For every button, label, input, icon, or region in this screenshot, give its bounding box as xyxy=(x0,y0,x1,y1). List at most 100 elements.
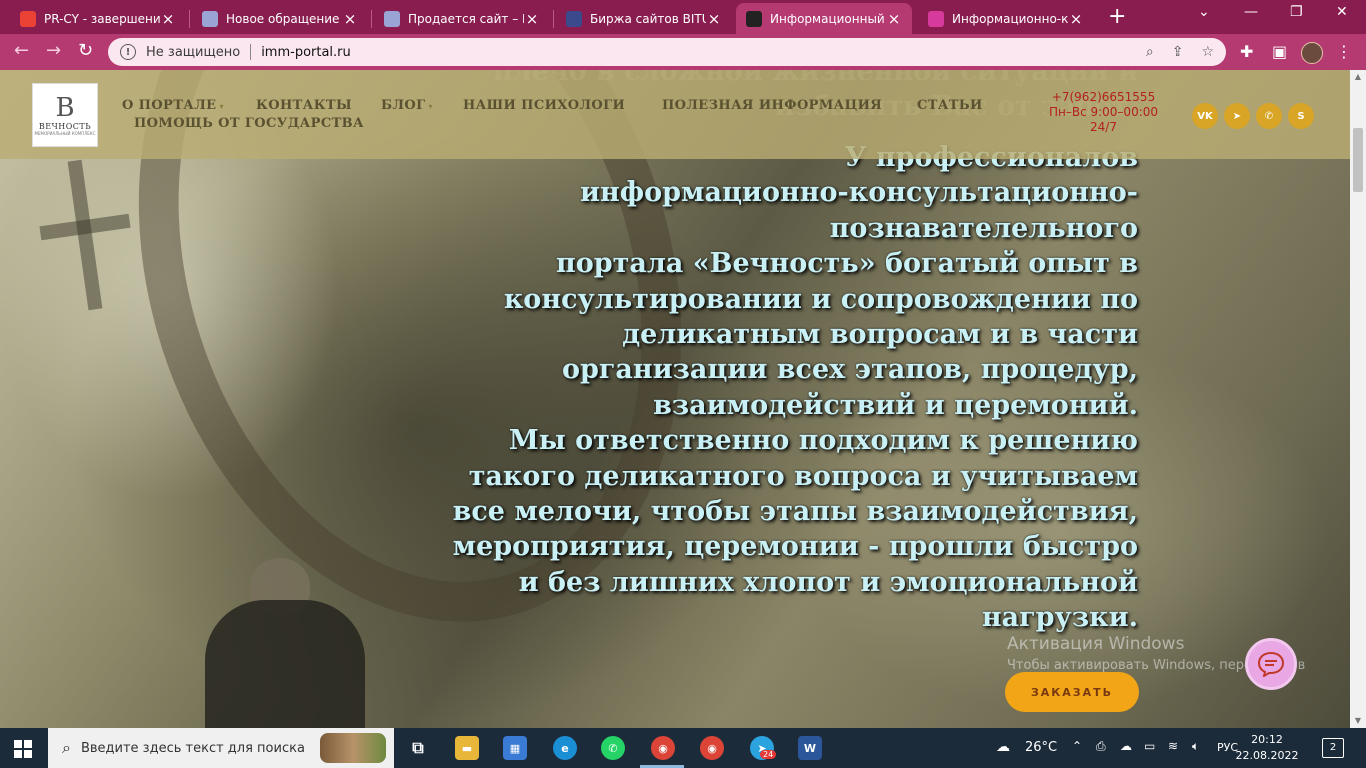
word-icon[interactable]: W xyxy=(798,736,822,760)
browser-tab-2[interactable]: Новое обращение × xyxy=(192,3,368,34)
chrome-active-icon[interactable]: ◉ xyxy=(651,736,675,760)
tab-separator xyxy=(371,10,372,28)
scrollbar-thumb[interactable] xyxy=(1353,128,1363,192)
contact-hours: Пн–Вс 9:00–00:00 xyxy=(1048,105,1159,119)
telegram-badge: 24 xyxy=(760,750,777,759)
hero-line: информационно-консультационно- xyxy=(580,177,1138,209)
close-tab-icon[interactable]: × xyxy=(160,10,176,28)
tab-title: PR-CY - завершение р xyxy=(44,11,160,26)
portal-icon xyxy=(746,10,762,27)
hero-line: портала «Вечность» богатый опыт в xyxy=(556,248,1138,280)
close-window-button[interactable]: ✕ xyxy=(1336,4,1348,20)
tab-separator xyxy=(553,10,554,28)
weather-temp[interactable]: 26°C xyxy=(1025,740,1057,755)
hero-line: взаимодействий и церемоний. xyxy=(653,389,1138,421)
whatsapp-taskbar-icon[interactable]: ✆ xyxy=(601,736,625,760)
chat-button[interactable] xyxy=(1245,638,1297,690)
extensions-puzzle-icon[interactable]: ✚ xyxy=(1240,42,1253,61)
menu-item-contacts[interactable]: КОНТАКТЫ xyxy=(256,98,352,113)
tray-chevron-up-icon[interactable]: ⌃ xyxy=(1072,739,1082,753)
browser-tab-6[interactable]: Информационно-кон× xyxy=(918,3,1094,34)
address-separator xyxy=(250,44,252,60)
contact-phone[interactable]: +7(962)6651555 xyxy=(1036,90,1171,105)
weather-cloud-icon[interactable]: ☁ xyxy=(996,739,1010,755)
search-icon: ⌕ xyxy=(62,738,71,757)
back-button[interactable]: ← xyxy=(14,41,29,61)
hero-line: мероприятия, церемонии - прошли быстро xyxy=(452,531,1138,563)
browser-menu-icon[interactable]: ⋮ xyxy=(1336,42,1352,61)
site-header: B ВЕЧНОСТЬ МЕМОРИАЛЬНЫЙ КОМПЛЕКС О ПОРТА… xyxy=(0,70,1350,159)
tab-search-icon[interactable]: ⌄ xyxy=(1198,4,1210,20)
skype-icon[interactable]: S xyxy=(1288,103,1314,129)
menu-item-blog[interactable]: БЛОГ ▾ xyxy=(381,98,433,113)
chevron-down-icon: ▾ xyxy=(219,101,224,111)
reload-button[interactable]: ↻ xyxy=(78,41,93,61)
gmail-icon xyxy=(20,10,36,27)
not-secure-icon[interactable]: ! xyxy=(120,44,136,60)
browser-tab-5[interactable]: Информационный По× xyxy=(736,3,912,34)
close-tab-icon[interactable]: × xyxy=(524,10,540,28)
notification-center-icon[interactable]: 2 xyxy=(1322,738,1344,758)
hero-line: такого деликатного вопроса и учитываем xyxy=(468,460,1138,492)
vk-icon[interactable]: VK xyxy=(1192,103,1218,129)
minimize-button[interactable]: — xyxy=(1244,4,1258,20)
order-button[interactable]: ЗАКАЗАТЬ xyxy=(1005,672,1139,712)
browser-tab-4[interactable]: Биржа сайтов BITUS -× xyxy=(556,3,732,34)
volume-icon[interactable]: 🔈︎ xyxy=(1192,739,1199,754)
scroll-up-arrow-icon[interactable]: ▲ xyxy=(1353,72,1363,81)
zoom-icon[interactable]: ⌕ xyxy=(1146,44,1154,60)
chat-bubble-icon xyxy=(1257,651,1285,677)
close-tab-icon[interactable]: × xyxy=(1068,10,1084,28)
microsoft-store-icon[interactable]: ▦ xyxy=(503,736,527,760)
address-bar[interactable]: ! Не защищено imm-portal.ru ⌕ ⇪ ☆ xyxy=(108,38,1226,66)
shield-icon xyxy=(928,10,944,27)
menu-item-state-help[interactable]: ПОМОЩЬ ОТ ГОСУДАРСТВА xyxy=(134,116,364,131)
tab-title: Информационный По xyxy=(770,11,886,26)
hero-line: организации всех этапов, процедур, xyxy=(561,354,1138,386)
telegram-icon[interactable]: ➤ xyxy=(1224,103,1250,129)
url-text[interactable]: imm-portal.ru xyxy=(261,45,351,60)
page-icon xyxy=(384,10,400,27)
page-viewport: плечо в сложной жизненной ситуации иизба… xyxy=(0,70,1350,728)
chrome-icon[interactable]: ◉ xyxy=(700,736,724,760)
menu-item-articles[interactable]: СТАТЬИ xyxy=(917,98,983,113)
side-panel-icon[interactable]: ▣ xyxy=(1272,42,1287,61)
onedrive-cloud-icon[interactable]: ☁ xyxy=(1120,739,1132,753)
close-tab-icon[interactable]: × xyxy=(886,10,902,28)
bookmark-star-icon[interactable]: ☆ xyxy=(1201,44,1214,60)
background-figure xyxy=(205,600,365,728)
hero-line: консультировании и сопровождении по xyxy=(503,283,1138,315)
scroll-down-arrow-icon[interactable]: ▼ xyxy=(1353,716,1363,725)
hero-line: Мы ответственно подходим к решению xyxy=(508,425,1138,457)
whatsapp-icon[interactable]: ✆ xyxy=(1256,103,1282,129)
new-tab-button[interactable]: + xyxy=(1108,6,1126,28)
task-view-icon[interactable]: ⧉ xyxy=(406,736,430,760)
maximize-button[interactable]: ❐ xyxy=(1290,4,1303,20)
search-placeholder: Введите здесь текст для поиска xyxy=(80,740,305,756)
hero-line: деликатным вопросам и в части xyxy=(622,319,1138,351)
windows-start-icon[interactable] xyxy=(14,740,32,758)
profile-avatar[interactable] xyxy=(1301,42,1323,64)
hero-line: все мелочи, чтобы этапы взаимодействия, xyxy=(452,496,1138,528)
close-tab-icon[interactable]: × xyxy=(342,10,358,28)
file-explorer-icon[interactable]: ▬ xyxy=(455,736,479,760)
page-scrollbar[interactable]: ▲ ▼ xyxy=(1350,70,1366,728)
battery-icon[interactable]: ▭ xyxy=(1144,739,1155,753)
menu-item-about[interactable]: О ПОРТАЛЕ ▾ xyxy=(122,98,224,113)
browser-tab-3[interactable]: Продается сайт – Инс× xyxy=(374,3,550,34)
hero-text: У профессионаловинформационно-консультац… xyxy=(418,140,1138,636)
browser-tab-bar: PR-CY - завершение р×Новое обращение×Про… xyxy=(0,0,1366,34)
tray-device-icon[interactable]: ⎙ xyxy=(1096,739,1106,754)
browser-tab-1[interactable]: PR-CY - завершение р× xyxy=(10,3,186,34)
close-tab-icon[interactable]: × xyxy=(706,10,722,28)
menu-item-psychologists[interactable]: НАШИ ПСИХОЛОГИ xyxy=(463,98,625,113)
logo-monogram: B xyxy=(55,93,75,123)
taskbar-search-box[interactable]: ⌕ Введите здесь текст для поиска xyxy=(48,728,394,768)
wifi-icon[interactable]: ≋ xyxy=(1168,739,1178,753)
menu-item-useful-info[interactable]: ПОЛЕЗНАЯ ИНФОРМАЦИЯ xyxy=(662,98,882,113)
site-logo[interactable]: B ВЕЧНОСТЬ МЕМОРИАЛЬНЫЙ КОМПЛЕКС xyxy=(32,83,98,147)
taskbar-clock[interactable]: 20:12 22.08.2022 xyxy=(1232,732,1302,764)
edge-browser-icon[interactable]: e xyxy=(553,736,577,760)
forward-button[interactable]: → xyxy=(46,41,61,61)
share-icon[interactable]: ⇪ xyxy=(1172,44,1184,60)
